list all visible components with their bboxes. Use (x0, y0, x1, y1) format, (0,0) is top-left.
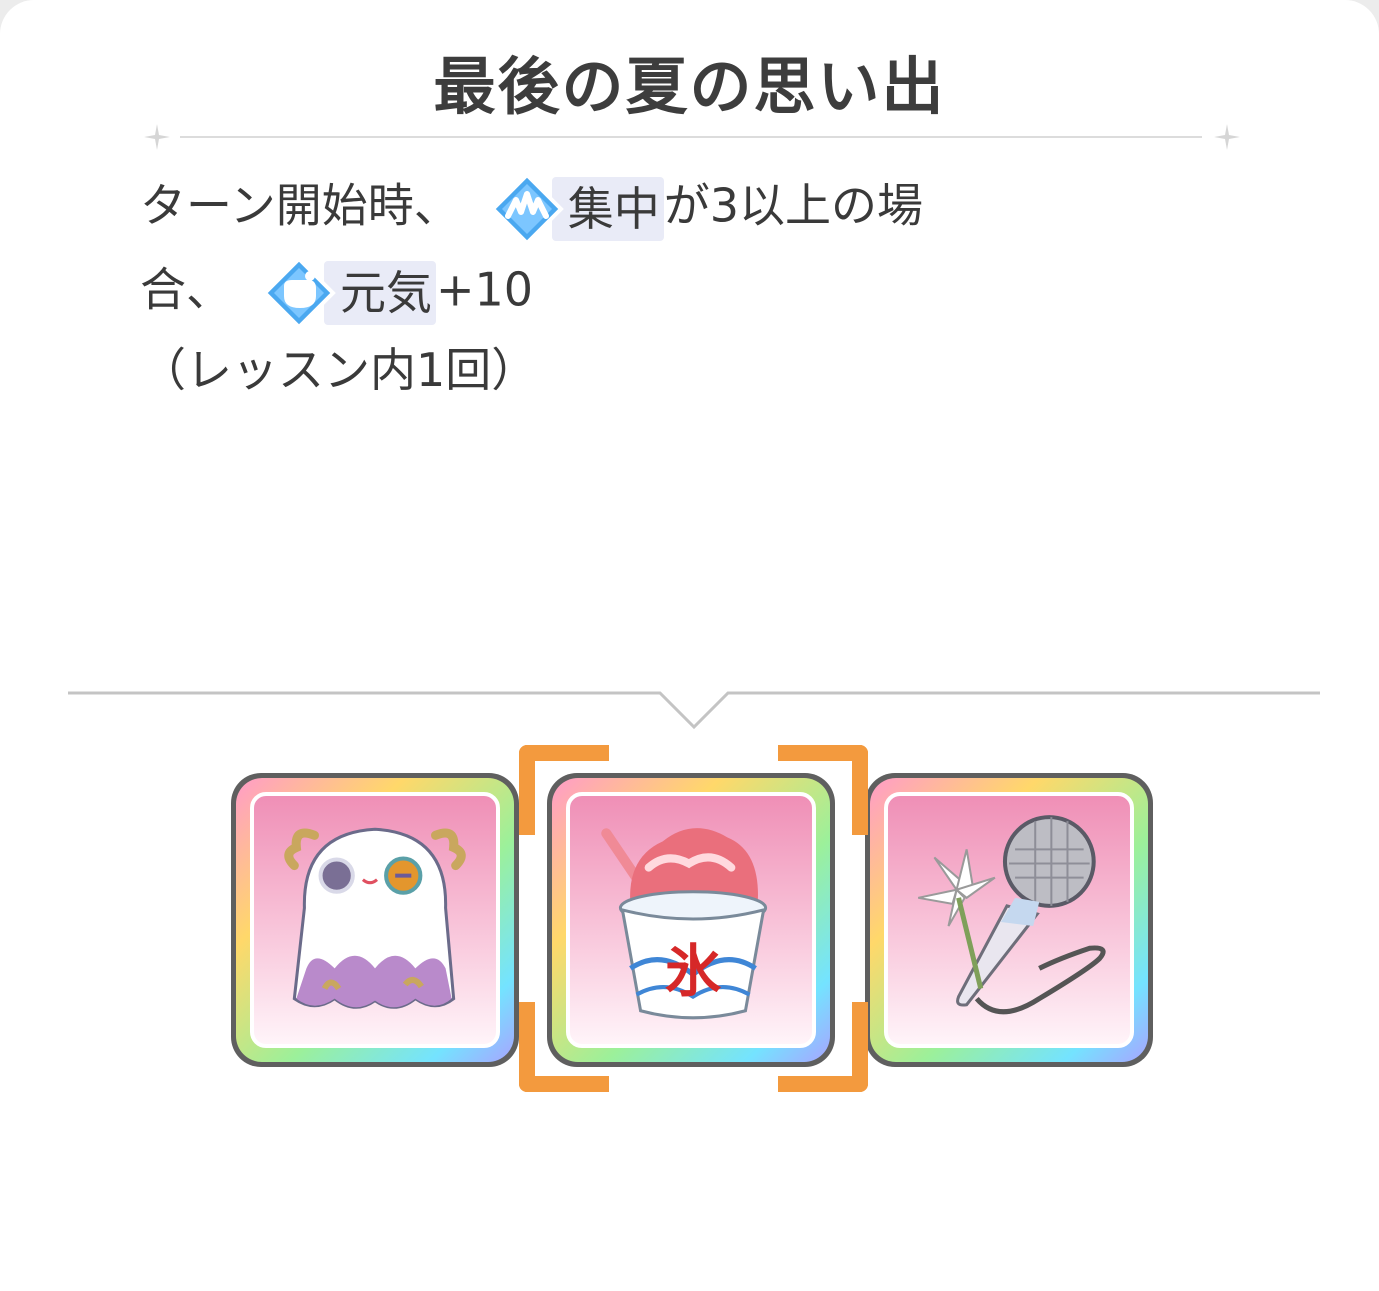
skill-title: 最後の夏の思い出 (433, 50, 946, 123)
title-divider (180, 136, 1202, 138)
energy-icon (262, 256, 336, 330)
skill-description-line-3: （レッスン内1回） (140, 343, 538, 397)
card-face (250, 792, 500, 1048)
skill-detail-panel: 最後の夏の思い出 ターン開始時、 集中 が3以上の場 合、 元気 +10 （レッ… (0, 0, 1379, 1291)
description-text: ターン開始時、 (140, 178, 460, 233)
item-card-ghost[interactable] (231, 773, 519, 1067)
focus-label: 集中 (551, 177, 664, 241)
card-frame (236, 778, 514, 1062)
sparkle-icon (144, 124, 170, 150)
focus-icon (489, 172, 564, 246)
energy-label: 元気 (324, 261, 436, 325)
selection-bracket-bottom-left (519, 1002, 609, 1092)
skill-description-line-2: 合、 元気 +10 (140, 256, 533, 330)
description-text: +10 (436, 262, 534, 317)
item-card-microphone[interactable] (865, 773, 1153, 1067)
description-text: 合、 (140, 262, 232, 317)
microphone-lily-icon (918, 815, 1106, 1015)
selection-bracket-bottom-right (778, 1002, 868, 1092)
focus-effect-tag[interactable]: 集中 (489, 172, 664, 246)
description-text: が3以上の場 (663, 178, 923, 233)
selection-bracket-top-right (778, 745, 868, 835)
card-frame (870, 778, 1148, 1062)
card-face (884, 792, 1134, 1048)
skill-description-line-1: ターン開始時、 集中 が3以上の場 (140, 172, 923, 246)
ice-glyph: 氷 (665, 940, 722, 1005)
selection-divider (68, 691, 1320, 730)
selection-bracket-top-left (519, 745, 609, 835)
ghost-plush-icon (284, 827, 466, 1009)
energy-effect-tag[interactable]: 元気 (262, 256, 436, 330)
sparkle-icon (1214, 124, 1240, 150)
